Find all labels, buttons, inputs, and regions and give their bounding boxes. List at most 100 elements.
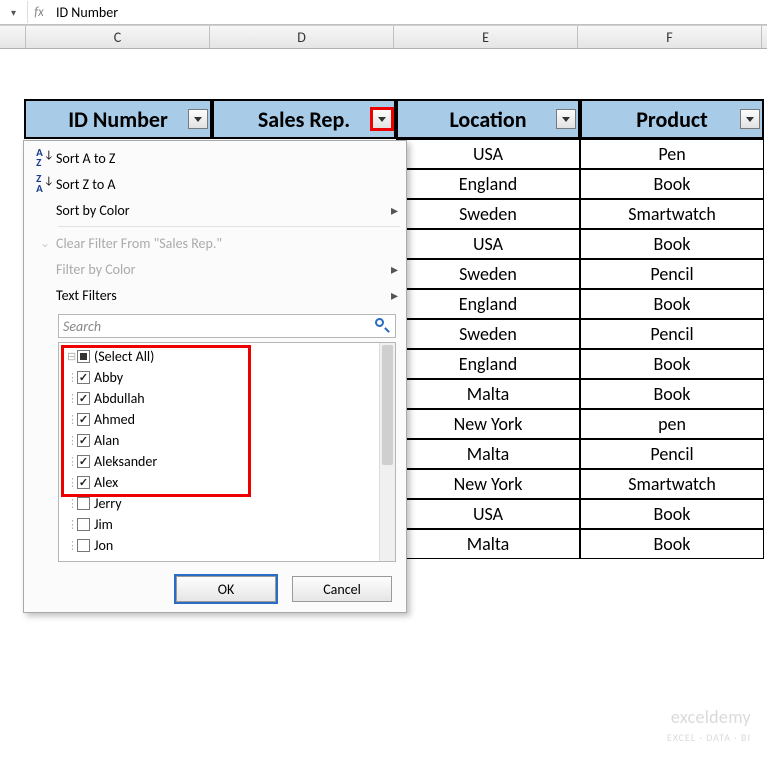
filter-item[interactable]: ⋮ Abby bbox=[61, 367, 377, 388]
search-icon bbox=[375, 318, 391, 334]
header-label: Location bbox=[449, 106, 526, 133]
cell-product[interactable]: Smartwatch bbox=[580, 199, 764, 229]
submenu-arrow-icon: ▸ bbox=[391, 287, 398, 304]
scrollbar-thumb[interactable] bbox=[382, 345, 393, 465]
tree-icon: ⊟ bbox=[67, 350, 77, 363]
cell-product[interactable]: Book bbox=[580, 529, 764, 559]
col-header-F[interactable]: F bbox=[578, 26, 762, 48]
tree-icon: ⋮ bbox=[67, 518, 77, 531]
sort-az[interactable]: AZ↓ Sort A to Z bbox=[24, 145, 406, 171]
cell-location[interactable]: Malta bbox=[396, 379, 580, 409]
filter-button-product[interactable] bbox=[740, 109, 760, 129]
cell-location[interactable]: Sweden bbox=[396, 259, 580, 289]
cell-product[interactable]: Pencil bbox=[580, 319, 764, 349]
filter-item[interactable]: ⋮ Alan bbox=[61, 430, 377, 451]
cell-product[interactable]: Book bbox=[580, 379, 764, 409]
chevron-down-icon bbox=[562, 117, 570, 122]
cell-location[interactable]: England bbox=[396, 169, 580, 199]
cell-location[interactable]: Malta bbox=[396, 529, 580, 559]
cell-product[interactable]: Pencil bbox=[580, 439, 764, 469]
header-sales-rep[interactable]: Sales Rep. bbox=[212, 99, 396, 139]
filter-item[interactable]: ⋮Aleksander bbox=[61, 451, 377, 472]
checkbox[interactable] bbox=[77, 455, 90, 468]
sort-az-icon: AZ bbox=[36, 148, 43, 168]
text-filters[interactable]: Text Filters ▸ bbox=[24, 282, 406, 308]
sort-za-icon: ZA bbox=[36, 174, 43, 194]
scrollbar[interactable] bbox=[379, 343, 395, 561]
cell-product[interactable]: Pencil bbox=[580, 259, 764, 289]
filter-button-sales-rep[interactable] bbox=[372, 109, 392, 129]
tree-icon: ⋮ bbox=[67, 371, 77, 384]
submenu-arrow-icon: ▸ bbox=[391, 261, 398, 278]
cell-product[interactable]: Book bbox=[580, 349, 764, 379]
header-location[interactable]: Location bbox=[396, 99, 580, 139]
col-header-C[interactable]: C bbox=[26, 26, 210, 48]
chevron-down-icon bbox=[194, 117, 202, 122]
checkbox[interactable] bbox=[77, 350, 90, 363]
tree-icon: ⋮ bbox=[67, 413, 77, 426]
cell-product[interactable]: Smartwatch bbox=[580, 469, 764, 499]
filter-by-color: Filter by Color ▸ bbox=[24, 256, 406, 282]
filter-item[interactable]: ⋮Jim bbox=[61, 514, 377, 535]
col-product: Product PenBookSmartwatchBookPencilBookP… bbox=[580, 99, 764, 559]
sort-by-color[interactable]: Sort by Color ▸ bbox=[24, 197, 406, 223]
name-box-dropdown-icon[interactable]: ▾ bbox=[0, 1, 28, 23]
filter-item-label: (Select All) bbox=[94, 348, 154, 365]
ok-button[interactable]: OK bbox=[176, 576, 276, 602]
formula-bar-value[interactable]: ID Number bbox=[50, 4, 118, 21]
filter-button-location[interactable] bbox=[556, 109, 576, 129]
checkbox[interactable] bbox=[77, 434, 90, 447]
cell-location[interactable]: New York bbox=[396, 469, 580, 499]
filter-item[interactable]: ⋮Jon bbox=[61, 535, 377, 556]
filter-item-label: Alan bbox=[94, 432, 119, 449]
filter-item-label: Ahmed bbox=[94, 411, 135, 428]
cell-location[interactable]: USA bbox=[396, 139, 580, 169]
filter-item[interactable]: ⋮Jerry bbox=[61, 493, 377, 514]
filter-item[interactable]: ⊟ (Select All) bbox=[61, 346, 377, 367]
checkbox[interactable] bbox=[77, 371, 90, 384]
header-product[interactable]: Product bbox=[580, 99, 764, 139]
filter-search[interactable] bbox=[58, 314, 396, 338]
tree-icon: ⋮ bbox=[67, 434, 77, 447]
chevron-down-icon bbox=[378, 117, 386, 122]
cell-product[interactable]: pen bbox=[580, 409, 764, 439]
cell-location[interactable]: New York bbox=[396, 409, 580, 439]
filter-item[interactable]: ⋮Abdullah bbox=[61, 388, 377, 409]
formula-bar: ▾ fx ID Number bbox=[0, 0, 767, 25]
cell-product[interactable]: Pen bbox=[580, 139, 764, 169]
fx-label: fx bbox=[28, 5, 50, 20]
tree-icon: ⋮ bbox=[67, 392, 77, 405]
checkbox[interactable] bbox=[77, 539, 90, 552]
checkbox[interactable] bbox=[77, 392, 90, 405]
cell-product[interactable]: Book bbox=[580, 169, 764, 199]
checkbox[interactable] bbox=[77, 413, 90, 426]
cell-location[interactable]: USA bbox=[396, 229, 580, 259]
checkbox[interactable] bbox=[77, 497, 90, 510]
cell-location[interactable]: England bbox=[396, 289, 580, 319]
checkbox[interactable] bbox=[77, 518, 90, 531]
tree-icon: ⋮ bbox=[67, 476, 77, 489]
cell-product[interactable]: Book bbox=[580, 289, 764, 319]
tree-icon: ⋮ bbox=[67, 539, 77, 552]
cell-product[interactable]: Book bbox=[580, 229, 764, 259]
cell-location[interactable]: Sweden bbox=[396, 199, 580, 229]
filter-item-label: Abby bbox=[94, 369, 123, 386]
search-input[interactable] bbox=[59, 315, 369, 337]
cell-location[interactable]: Sweden bbox=[396, 319, 580, 349]
filter-item[interactable]: ⋮ Ahmed bbox=[61, 409, 377, 430]
cell-product[interactable]: Book bbox=[580, 499, 764, 529]
header-id-number[interactable]: ID Number bbox=[24, 99, 212, 139]
cell-location[interactable]: Malta bbox=[396, 439, 580, 469]
cancel-button[interactable]: Cancel bbox=[292, 576, 392, 602]
cell-location[interactable]: USA bbox=[396, 499, 580, 529]
header-label: Product bbox=[636, 106, 708, 133]
cell-location[interactable]: England bbox=[396, 349, 580, 379]
filter-item[interactable]: ⋮Alex bbox=[61, 472, 377, 493]
col-header-E[interactable]: E bbox=[394, 26, 578, 48]
watermark: exceldemy EXCEL · DATA · BI bbox=[667, 708, 751, 747]
sort-za[interactable]: ZA↓ Sort Z to A bbox=[24, 171, 406, 197]
filter-button-id-number[interactable] bbox=[188, 109, 208, 129]
checkbox[interactable] bbox=[77, 476, 90, 489]
col-id-number: ID Number AZ↓ Sort A to Z ZA↓ Sort Z to … bbox=[24, 99, 212, 559]
col-header-D[interactable]: D bbox=[210, 26, 394, 48]
